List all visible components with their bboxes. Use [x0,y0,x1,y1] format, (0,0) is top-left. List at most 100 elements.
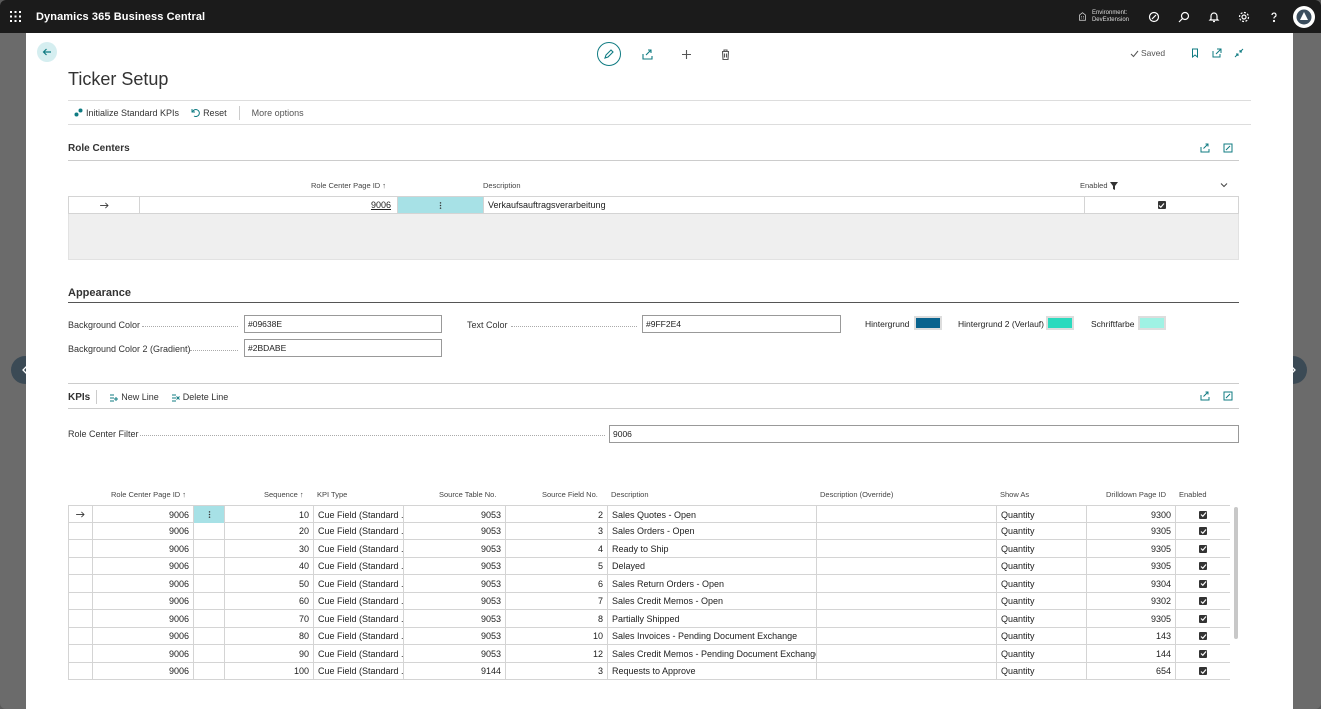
kpi-cell-desc[interactable]: Sales Quotes - Open [608,506,817,523]
rc-page-id-link[interactable]: 9006 [371,200,391,210]
row-actions[interactable] [194,662,225,680]
row-selector[interactable] [68,540,93,557]
kpi-cell-rc[interactable]: 9006 [93,575,194,592]
kpi-row[interactable]: 9006 20 Cue Field (Standard ... 9053 3 Sales … [68,522,1230,540]
rc-page-id-cell[interactable]: 9006 [140,197,398,213]
row-actions[interactable] [194,575,225,592]
kpi-cell-show[interactable]: Quantity [997,645,1087,662]
kpi-cell-seq[interactable]: 10 [225,506,314,523]
kpi-cell-type[interactable]: Cue Field (Standard ... [314,627,404,645]
more-options-action[interactable]: More options [246,108,310,118]
kpi-cell-show[interactable]: Quantity [997,592,1087,610]
kpi-enabled-checkbox[interactable] [1176,523,1230,540]
kpi-cell-field[interactable]: 5 [506,557,608,575]
kpi-cell-override[interactable] [817,575,997,592]
initialize-standard-kpis-action[interactable]: Initialize Standard KPIs [68,108,185,118]
kpi-cell-seq[interactable]: 90 [225,645,314,662]
background-color-input[interactable]: #09638E [244,315,442,333]
open-new-window-button[interactable] [1206,45,1228,61]
kpi-cell-table[interactable]: 9053 [404,627,506,645]
kpi-cell-rc[interactable]: 9006 [93,557,194,575]
environment-indicator[interactable]: Environment: DevExtension [1078,10,1129,24]
kpi-header-kpi-type[interactable]: KPI Type [317,490,347,499]
kpi-cell-drill[interactable]: 9305 [1087,557,1176,575]
kpi-cell-table[interactable]: 9053 [404,645,506,662]
kpi-cell-field[interactable]: 10 [506,627,608,645]
kpi-cell-type[interactable]: Cue Field (Standard ... [314,575,404,592]
row-selector[interactable] [68,592,93,610]
row-selector-arrow-icon[interactable] [68,506,93,523]
bookmark-button[interactable] [1184,45,1206,61]
kpi-cell-rc[interactable]: 9006 [93,627,194,645]
back-button[interactable] [37,42,57,62]
kpi-cell-drill[interactable]: 9302 [1087,592,1176,610]
kpi-cell-table[interactable]: 9053 [404,592,506,610]
kpi-cell-table[interactable]: 9053 [404,557,506,575]
row-actions[interactable] [194,645,225,662]
kpi-cell-show[interactable]: Quantity [997,506,1087,523]
kpi-cell-show[interactable]: Quantity [997,557,1087,575]
kpi-cell-seq[interactable]: 100 [225,662,314,680]
kpi-cell-override[interactable] [817,610,997,627]
kpi-enabled-checkbox[interactable] [1176,506,1230,523]
row-selector[interactable] [68,575,93,592]
kpi-cell-seq[interactable]: 50 [225,575,314,592]
row-selector[interactable] [68,645,93,662]
row-selector[interactable] [68,662,93,680]
kpi-cell-rc[interactable]: 9006 [93,540,194,557]
kpi-cell-desc[interactable]: Delayed [608,557,817,575]
kpi-cell-desc[interactable]: Requests to Approve [608,662,817,680]
rc-enabled-checkbox[interactable] [1085,197,1238,213]
help-icon[interactable] [1259,0,1289,33]
new-button[interactable] [667,42,706,66]
copilot-icon[interactable] [1139,0,1169,33]
kpi-header-enabled[interactable]: Enabled [1179,490,1207,499]
kpi-row[interactable]: 9006 100 Cue Field (Standard ... 9144 3 Reque… [68,662,1230,680]
rc-enabled-header[interactable]: Enabled [1080,181,1118,190]
row-selector[interactable] [68,557,93,575]
kpi-cell-drill[interactable]: 143 [1087,627,1176,645]
kpi-cell-desc[interactable]: Partially Shipped [608,610,817,627]
kpi-cell-desc[interactable]: Ready to Ship [608,540,817,557]
kpi-cell-type[interactable]: Cue Field (Standard ... [314,592,404,610]
kpi-header-drilldown-page-id[interactable]: Drilldown Page ID [1106,490,1166,499]
new-line-action[interactable]: New Line [103,392,165,402]
row-actions[interactable] [194,610,225,627]
row-actions[interactable] [194,557,225,575]
kpi-cell-override[interactable] [817,540,997,557]
kpi-cell-desc[interactable]: Sales Return Orders - Open [608,575,817,592]
kpi-cell-desc[interactable]: Sales Credit Memos - Open [608,592,817,610]
kpi-cell-table[interactable]: 9053 [404,540,506,557]
delete-button[interactable] [706,42,745,66]
kpi-cell-seq[interactable]: 60 [225,592,314,610]
row-actions[interactable] [194,540,225,557]
kpi-cell-field[interactable]: 3 [506,662,608,680]
kpi-cell-field[interactable]: 12 [506,645,608,662]
kpi-enabled-checkbox[interactable] [1176,540,1230,557]
kpi-cell-drill[interactable]: 9300 [1087,506,1176,523]
kpi-row[interactable]: 9006 80 Cue Field (Standard ... 9053 10 Sales… [68,627,1230,645]
row-actions[interactable] [194,592,225,610]
kpi-cell-type[interactable]: Cue Field (Standard ... [314,540,404,557]
kpi-header-source-table-no[interactable]: Source Table No. [439,490,496,499]
settings-gear-icon[interactable] [1229,0,1259,33]
kpi-cell-rc[interactable]: 9006 [93,506,194,523]
row-actions-ellipsis-icon[interactable] [398,197,484,213]
kpi-cell-type[interactable]: Cue Field (Standard ... [314,506,404,523]
kpi-cell-field[interactable]: 6 [506,575,608,592]
kpi-row[interactable]: 9006 10 Cue Field (Standard ... 9053 2 Sales … [68,505,1230,523]
kpi-cell-table[interactable]: 9053 [404,522,506,540]
kpi-scrollbar[interactable] [1234,507,1238,639]
role-center-filter-input[interactable]: 9006 [609,425,1239,443]
kpi-enabled-checkbox[interactable] [1176,645,1230,662]
edit-button[interactable] [596,42,621,66]
kpi-cell-rc[interactable]: 9006 [93,610,194,627]
kpi-cell-desc[interactable]: Sales Credit Memos - Pending Document Ex… [608,645,817,662]
kpi-cell-desc[interactable]: Sales Invoices - Pending Document Exchan… [608,627,817,645]
kpi-cell-field[interactable]: 3 [506,522,608,540]
kpi-cell-field[interactable]: 8 [506,610,608,627]
chevron-down-icon[interactable] [1220,181,1228,191]
kpi-cell-show[interactable]: Quantity [997,627,1087,645]
kpi-cell-drill[interactable]: 654 [1087,662,1176,680]
kpis-expand-button[interactable] [1216,389,1239,403]
